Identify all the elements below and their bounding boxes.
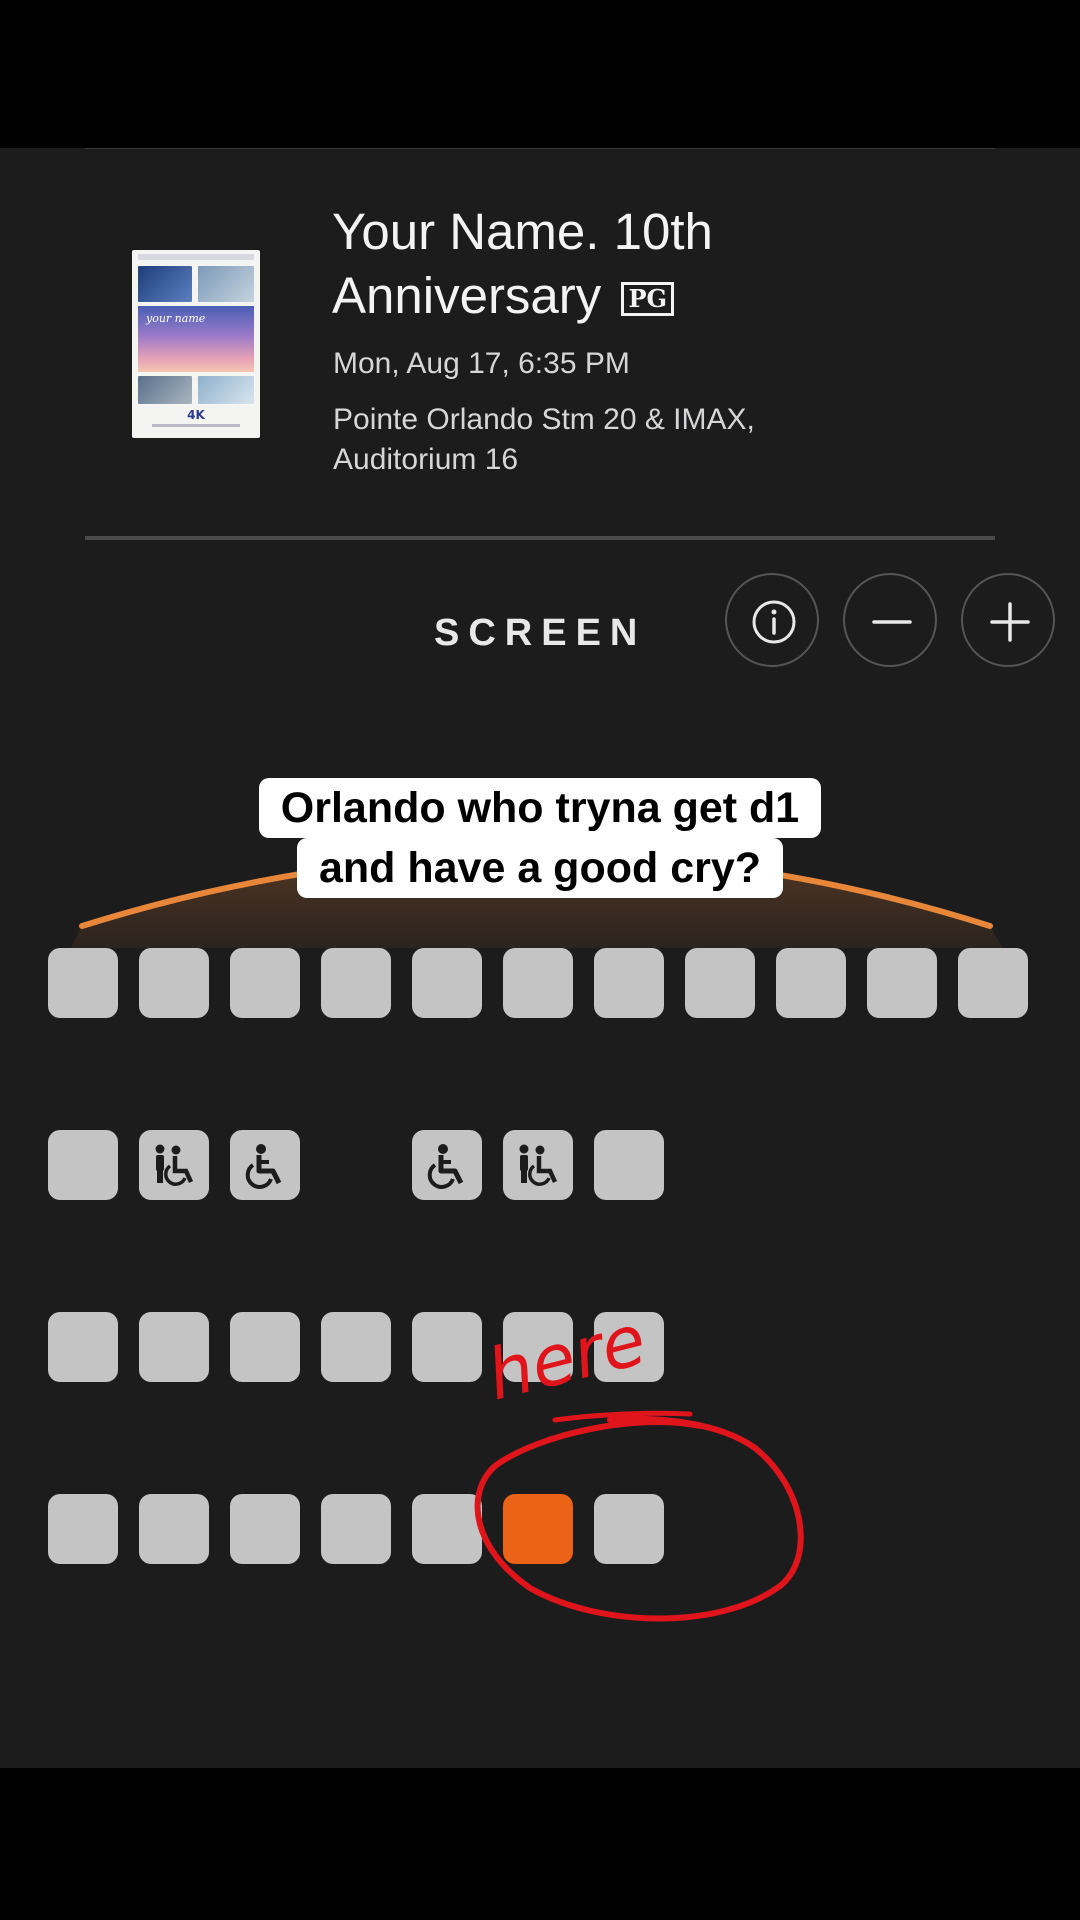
screen-label: SCREEN	[434, 612, 647, 654]
seat-available[interactable]	[139, 1312, 209, 1382]
movie-poster: your name 4K	[132, 250, 260, 438]
auditorium: Auditorium 16	[333, 443, 519, 476]
movie-title-block: Your Name. 10th Anniversary PG	[332, 200, 952, 328]
seat-available[interactable]	[958, 948, 1028, 1018]
seat-available[interactable]	[48, 1312, 118, 1382]
theater-name: Pointe Orlando Stm 20 & IMAX,	[333, 403, 755, 436]
seat-available[interactable]	[48, 1130, 118, 1200]
rating-badge: PG	[621, 282, 674, 316]
info-button[interactable]	[725, 573, 819, 667]
seat-available[interactable]	[594, 948, 664, 1018]
seat-wheelchair[interactable]	[230, 1130, 300, 1200]
seat-available[interactable]	[776, 948, 846, 1018]
seat-available[interactable]	[48, 1494, 118, 1564]
seat-wheelchair[interactable]	[412, 1130, 482, 1200]
seat-companion[interactable]	[139, 1130, 209, 1200]
caption-line-1: Orlando who tryna get d1	[258, 778, 822, 838]
seat-available[interactable]	[321, 948, 391, 1018]
seat-available[interactable]	[230, 1312, 300, 1382]
top-divider	[85, 148, 995, 149]
zoom-in-button[interactable]	[961, 573, 1055, 667]
seat-available[interactable]	[594, 1130, 664, 1200]
seat-available[interactable]	[412, 1312, 482, 1382]
seat-available[interactable]	[594, 1494, 664, 1564]
caption-line-2: and have a good cry?	[296, 838, 784, 898]
caption-overlay: Orlando who tryna get d1 and have a good…	[0, 778, 1080, 898]
seat-available[interactable]	[412, 948, 482, 1018]
seat-available[interactable]	[230, 948, 300, 1018]
seat-available[interactable]	[503, 948, 573, 1018]
seat-available[interactable]	[503, 1312, 573, 1382]
seat-available[interactable]	[321, 1312, 391, 1382]
seat-available[interactable]	[685, 948, 755, 1018]
companion-wheelchair-icon	[155, 1144, 194, 1186]
seat-selection-screen: your name 4K Your Name. 10th Anniversary…	[0, 148, 1080, 1768]
bottom-bar	[0, 1768, 1080, 1920]
seat-selected[interactable]	[503, 1494, 573, 1564]
theater-info: Pointe Orlando Stm 20 & IMAX, Auditorium…	[333, 400, 973, 480]
seat-available[interactable]	[230, 1494, 300, 1564]
seat-available[interactable]	[48, 948, 118, 1018]
seat-available[interactable]	[321, 1494, 391, 1564]
poster-format: 4K	[187, 408, 205, 422]
companion-wheelchair-icon	[519, 1144, 558, 1186]
wheelchair-icon	[427, 1144, 464, 1189]
poster-logo: your name	[146, 312, 206, 325]
zoom-out-icon	[872, 620, 912, 624]
showtime: Mon, Aug 17, 6:35 PM	[333, 347, 630, 380]
seat-available[interactable]	[594, 1312, 664, 1382]
info-icon	[752, 600, 796, 644]
seat-available[interactable]	[412, 1494, 482, 1564]
seat-available[interactable]	[139, 1494, 209, 1564]
section-divider	[85, 536, 995, 540]
seat-available[interactable]	[139, 948, 209, 1018]
zoom-in-icon	[990, 602, 1030, 642]
zoom-out-button[interactable]	[843, 573, 937, 667]
seat-available[interactable]	[867, 948, 937, 1018]
wheelchair-icon	[245, 1144, 282, 1189]
seat-companion[interactable]	[503, 1130, 573, 1200]
